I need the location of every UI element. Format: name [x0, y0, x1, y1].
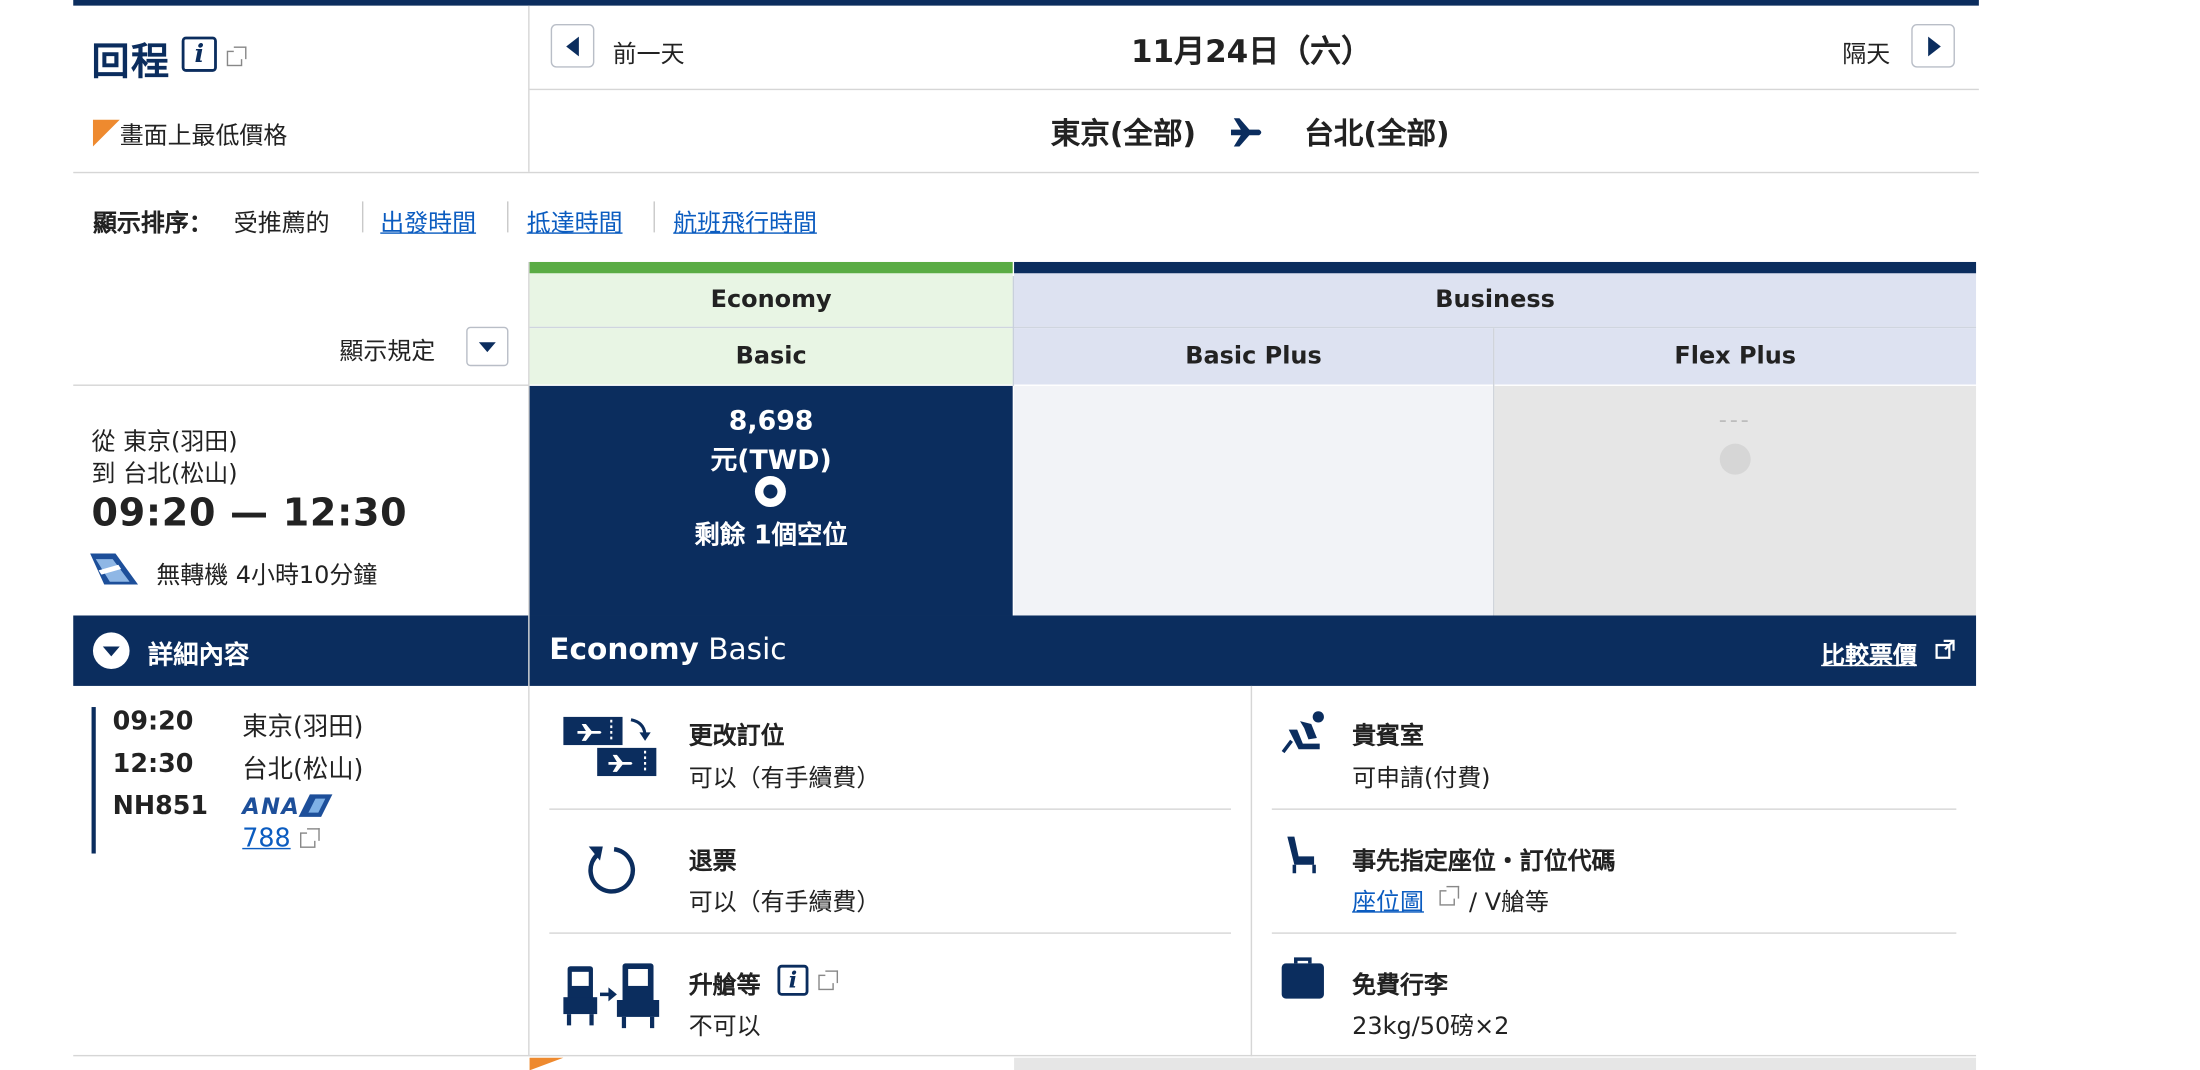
top-border	[73, 0, 1979, 6]
fare-currency: 元(TWD)	[710, 445, 832, 477]
next-row-cell	[1014, 1057, 1977, 1070]
next-day-label[interactable]: 隔天	[1842, 34, 1890, 69]
sort-label: 顯示排序：	[92, 209, 213, 239]
divider	[1012, 276, 1015, 386]
page-title: 回程	[91, 40, 171, 85]
external-link-icon	[1935, 639, 1955, 659]
external-link-icon	[226, 46, 247, 67]
external-link-icon	[818, 970, 839, 991]
airplane-icon	[1230, 118, 1262, 147]
divider	[529, 88, 1979, 91]
divider	[1250, 685, 1253, 1057]
feature-title: 退票	[688, 847, 737, 877]
segment-arrival-airport: 台北(松山)	[242, 754, 364, 785]
lowest-price-legend: 畫面上最低價格	[119, 122, 288, 151]
origin-city: 東京(全部)	[1050, 116, 1197, 151]
divider	[549, 932, 1231, 934]
business-basic-plus-header: Basic Plus	[1014, 328, 1493, 385]
fare-radio-selected[interactable]	[754, 476, 786, 508]
prev-day-label[interactable]: 前一天	[613, 34, 685, 69]
feature-title: 升艙等	[688, 971, 761, 1000]
flight-from: 從 東京(羽田)	[91, 428, 238, 457]
flight-stops-duration: 無轉機 4小時10分鐘	[156, 561, 378, 591]
divider	[73, 171, 1979, 174]
arrow-right-icon	[1928, 36, 1941, 57]
divider	[1271, 932, 1957, 934]
feature-title: 貴賓室	[1352, 722, 1424, 751]
lowest-price-flag-icon	[529, 1057, 564, 1070]
details-label[interactable]: 詳細內容	[148, 635, 249, 672]
divider	[73, 384, 530, 386]
feature-title: 免費行李	[1352, 971, 1448, 1000]
prev-day-button[interactable]	[550, 23, 595, 68]
info-icon[interactable]: i	[181, 36, 217, 72]
fare-cabin: Economy	[549, 632, 699, 667]
fare-price: 8,698	[728, 405, 814, 437]
feature-value: 可以（有手續費）	[688, 888, 881, 917]
divider	[549, 808, 1231, 810]
segment-timeline	[91, 707, 96, 854]
business-basic-plus-fare-cell	[1014, 385, 1493, 616]
feature-value: 可申請(付費)	[1352, 764, 1491, 793]
seat-icon	[1287, 836, 1316, 874]
seat-map-link[interactable]: 座位圖	[1352, 882, 1424, 917]
arrow-left-icon	[566, 36, 579, 57]
separator	[361, 201, 364, 233]
external-link-icon	[299, 828, 320, 848]
lounge-seat-icon	[1281, 711, 1324, 754]
ana-logo: ANA	[242, 792, 301, 820]
feature-value: / V艙等	[1469, 888, 1549, 917]
refund-icon	[588, 846, 636, 894]
ana-logo-stripe-icon	[298, 794, 333, 817]
feature-value: 不可以	[688, 1012, 761, 1041]
compare-fares-link[interactable]: 比較票價	[1821, 635, 1917, 670]
next-day-button[interactable]	[1911, 23, 1955, 68]
sort-departure-time-link[interactable]: 出發時間	[380, 203, 476, 238]
separator	[507, 201, 509, 233]
divider	[1271, 808, 1957, 810]
divider	[73, 1054, 1977, 1057]
segment-arrival-time: 12:30	[112, 749, 194, 779]
feature-title: 事先指定座位・訂位代碼	[1352, 847, 1616, 877]
external-link-icon	[1439, 885, 1460, 906]
destination-city: 台北(全部)	[1304, 116, 1450, 151]
feature-value: 可以（有手續費）	[688, 764, 881, 793]
seats-remaining: 剩餘 1個空位	[694, 521, 848, 551]
economy-basic-header: Basic	[529, 328, 1013, 385]
separator	[653, 201, 655, 233]
flight-number: NH851	[112, 791, 209, 822]
selected-date: 11月24日（六）	[1130, 35, 1373, 71]
business-flex-plus-fare-cell: ---	[1494, 385, 1977, 616]
sort-flight-duration-link[interactable]: 航班飛行時間	[673, 203, 817, 238]
sort-arrival-time-link[interactable]: 抵達時間	[527, 203, 623, 238]
rules-dropdown-button[interactable]	[466, 326, 509, 367]
flight-times: 09:20 — 12:30	[91, 491, 408, 536]
details-toggle[interactable]	[73, 615, 529, 686]
upgrade-icon	[563, 963, 660, 1029]
business-flex-plus-header: Flex Plus	[1494, 328, 1977, 385]
fare-name: Basic	[708, 632, 787, 667]
segment-departure-airport: 東京(羽田)	[242, 712, 364, 743]
chevron-down-icon[interactable]	[92, 632, 130, 670]
info-icon[interactable]: i	[777, 964, 809, 996]
economy-basic-fare-cell[interactable]: 8,698 元(TWD) 剩餘 1個空位	[529, 385, 1013, 616]
sort-recommended: 受推薦的	[233, 209, 330, 239]
feature-title: 更改訂位	[688, 722, 785, 751]
fare-radio-disabled	[1719, 443, 1751, 475]
lowest-price-flag-icon	[92, 119, 120, 147]
flight-to: 到 台北(松山)	[91, 460, 238, 489]
business-header: Business	[1014, 261, 1977, 327]
rules-label[interactable]: 顯示規定	[339, 331, 435, 366]
aircraft-type-link[interactable]: 788	[242, 824, 290, 854]
fare-detail-title: Economy Basic	[549, 632, 786, 666]
unavailable-dashes: ---	[1718, 405, 1752, 433]
change-booking-icon	[563, 716, 657, 777]
feature-value: 23kg/50磅×2	[1352, 1012, 1510, 1041]
airline-tail-logo-icon	[90, 553, 139, 585]
segment-departure-time: 09:20	[112, 707, 194, 737]
baggage-icon	[1281, 957, 1324, 999]
economy-header: Economy	[529, 261, 1013, 327]
